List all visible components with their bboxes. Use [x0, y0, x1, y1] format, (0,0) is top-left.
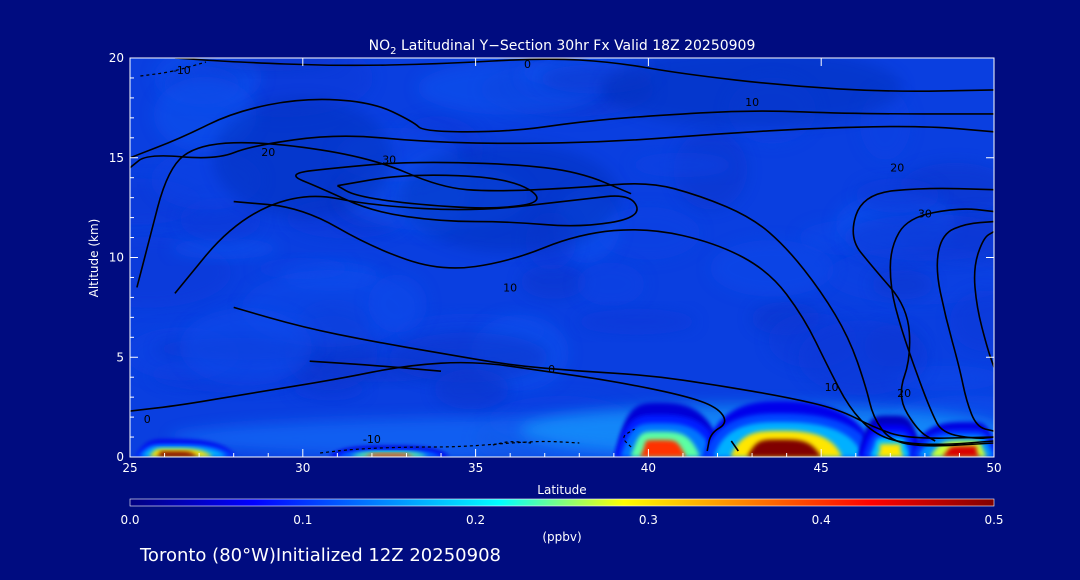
contour-label-2: 0 — [524, 58, 531, 71]
y-tick-label-0: 0 — [116, 450, 124, 464]
colorbar-tick-0.0: 0.0 — [120, 513, 139, 527]
contour-label-10: 10 — [825, 381, 839, 394]
contour-label-5: 30 — [382, 154, 396, 167]
colorbar-tick-0.5: 0.5 — [984, 513, 1003, 527]
y-tick-label-20: 20 — [109, 51, 124, 65]
colorbar — [129, 498, 995, 507]
colorbar-tick-0.1: 0.1 — [293, 513, 312, 527]
footer-station-info: Toronto (80°W)Initialized 12Z 20250908 — [139, 545, 501, 566]
contour-label-3: 10 — [745, 96, 759, 109]
x-tick-label-30: 30 — [295, 461, 310, 475]
x-tick-label-45: 45 — [814, 461, 829, 475]
no2-cross-section-chart: NO2 Latitudinal Y−Section 30hr Fx Valid … — [87, 38, 1004, 566]
contour-label-12: 0 — [144, 413, 151, 426]
colorbar-tick-0.2: 0.2 — [466, 513, 485, 527]
colorbar-unit-label: (ppbv) — [542, 530, 581, 544]
x-axis-label: Latitude — [537, 483, 586, 497]
x-tick-label-35: 35 — [468, 461, 483, 475]
contour-label-13: -10 — [363, 433, 381, 446]
y-axis-label: Altitude (km) — [87, 219, 101, 298]
contour-label-11: 20 — [897, 387, 911, 400]
x-tick-label-50: 50 — [986, 461, 1001, 475]
colorbar-tick-0.4: 0.4 — [812, 513, 831, 527]
contour-label-4: 20 — [261, 146, 275, 159]
y-tick-label-5: 5 — [116, 350, 124, 364]
contour-label-9: 0 — [548, 363, 555, 376]
contour-label-1: -10 — [173, 64, 191, 77]
x-tick-label-25: 25 — [122, 461, 137, 475]
forecast-chart-figure: NO2 Latitudinal Y−Section 30hr Fx Valid … — [0, 0, 1080, 576]
y-tick-label-10: 10 — [109, 251, 124, 265]
chart-title: NO2 Latitudinal Y−Section 30hr Fx Valid … — [369, 38, 756, 57]
colorbar-tick-labels: 0.0 0.1 0.2 0.3 0.4 0.5 — [120, 513, 1003, 527]
y-tick-label-15: 15 — [109, 151, 124, 165]
contour-label-8: 10 — [503, 281, 517, 294]
colorbar-tick-0.3: 0.3 — [639, 513, 658, 527]
x-tick-label-40: 40 — [641, 461, 656, 475]
contour-label-6: 20 — [890, 162, 904, 175]
contour-label-7: 30 — [918, 208, 932, 221]
